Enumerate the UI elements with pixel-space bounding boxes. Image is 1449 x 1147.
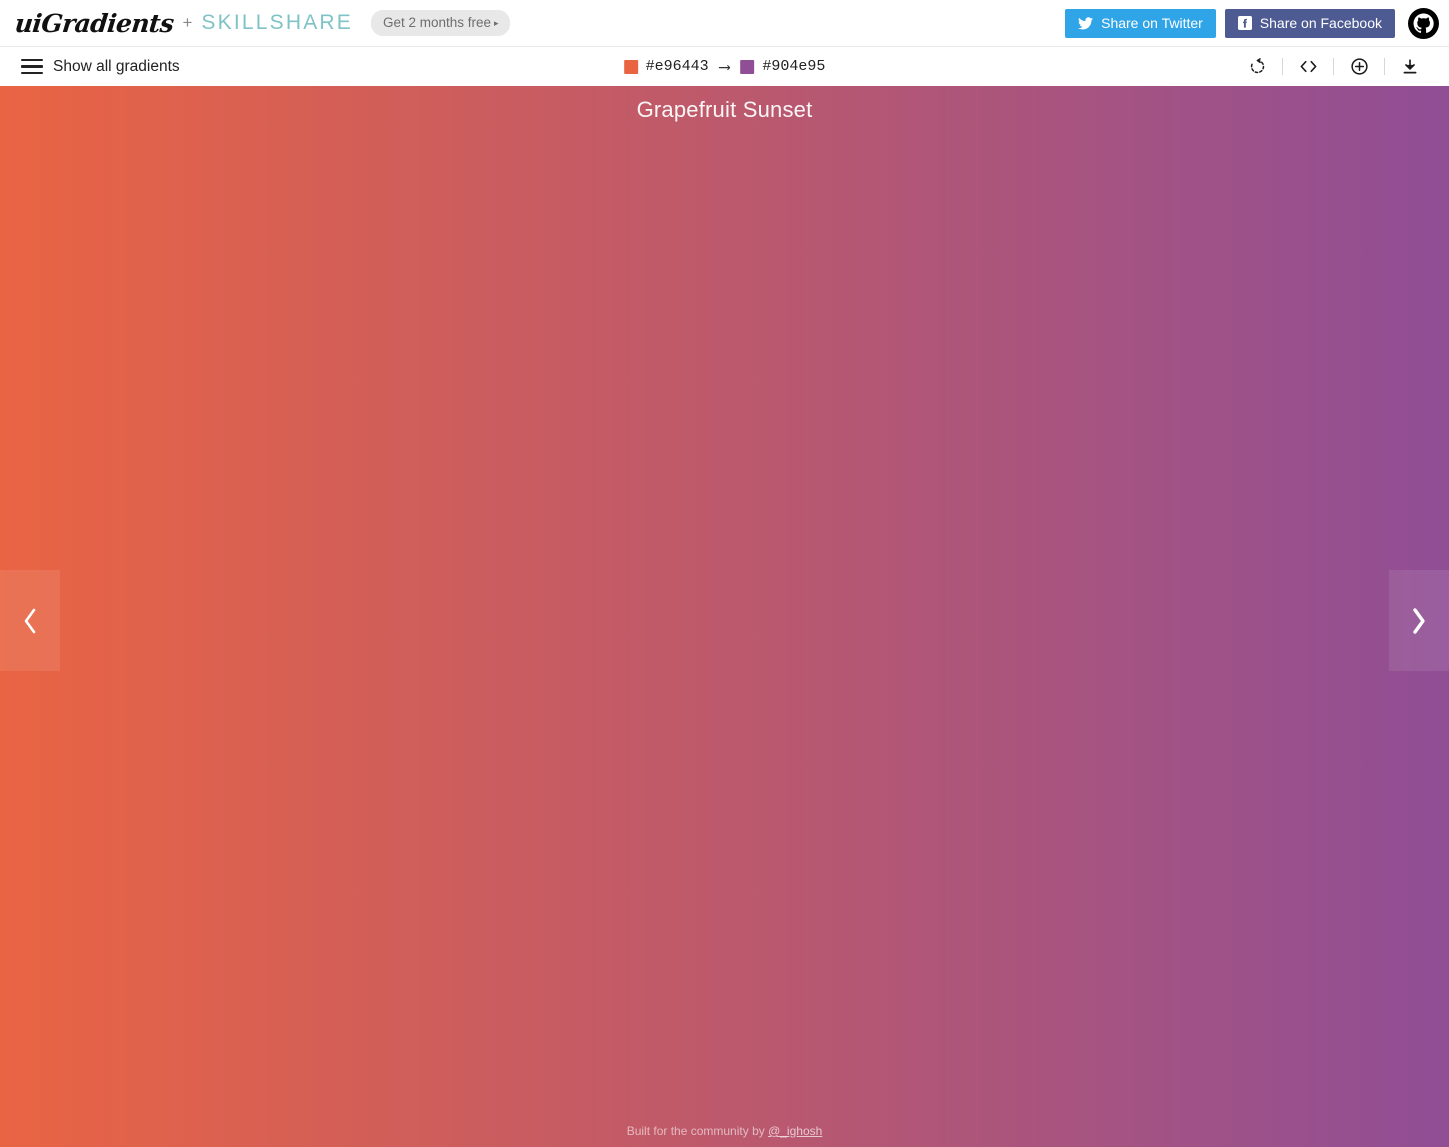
gradient-color-stops: #e96443 ⟶ #904e95 bbox=[623, 57, 825, 77]
gradient-preview: Grapefruit Sunset Built for the communit… bbox=[0, 86, 1449, 1147]
color-end-hex: #904e95 bbox=[762, 58, 826, 75]
share-facebook-label: Share on Facebook bbox=[1259, 15, 1382, 31]
hamburger-icon bbox=[21, 58, 43, 75]
color-stop-end[interactable]: #904e95 bbox=[740, 58, 825, 75]
color-stop-start[interactable]: #e96443 bbox=[623, 58, 709, 75]
plus-circle-icon[interactable] bbox=[1342, 52, 1376, 82]
download-icon[interactable] bbox=[1393, 52, 1427, 82]
facebook-icon bbox=[1237, 16, 1252, 30]
next-gradient-button[interactable] bbox=[1389, 570, 1449, 671]
uigradients-logo[interactable]: uiGradients bbox=[12, 9, 175, 38]
show-all-gradients-button[interactable]: Show all gradients bbox=[0, 58, 180, 76]
gradient-toolbar: Show all gradients #e96443 ⟶ #904e95 bbox=[0, 47, 1449, 86]
footer-credit-text: Built for the community by bbox=[626, 1124, 769, 1138]
header-actions: Share on Twitter Share on Facebook bbox=[1065, 7, 1439, 39]
arrow-right-icon: ⟶ bbox=[719, 58, 730, 77]
chevron-left-icon bbox=[20, 606, 40, 636]
caret-right-icon: ▸ bbox=[494, 18, 499, 28]
promo-label: Get 2 months free bbox=[382, 15, 492, 30]
toolbar-divider bbox=[1384, 58, 1385, 75]
share-facebook-button[interactable]: Share on Facebook bbox=[1224, 8, 1395, 38]
promo-button[interactable]: Get 2 months free ▸ bbox=[370, 10, 510, 36]
github-icon[interactable] bbox=[1408, 7, 1439, 39]
chevron-right-icon bbox=[1409, 606, 1429, 636]
share-twitter-button[interactable]: Share on Twitter bbox=[1065, 8, 1216, 38]
show-all-gradients-label: Show all gradients bbox=[53, 57, 180, 75]
previous-gradient-button[interactable] bbox=[0, 570, 60, 671]
share-twitter-label: Share on Twitter bbox=[1101, 15, 1203, 31]
gradient-name: Grapefruit Sunset bbox=[636, 97, 813, 122]
plus-separator: + bbox=[182, 13, 193, 32]
toolbar-divider bbox=[1282, 58, 1283, 75]
footer-credit: Built for the community by @_ighosh bbox=[0, 1124, 1449, 1138]
twitter-icon bbox=[1078, 16, 1094, 30]
top-header: uiGradients + SKILLSHARE Get 2 months fr… bbox=[0, 0, 1449, 47]
toolbar-divider bbox=[1333, 58, 1334, 75]
color-start-hex: #e96443 bbox=[645, 58, 709, 75]
author-link[interactable]: @_ighosh bbox=[768, 1124, 822, 1138]
brand-group: uiGradients + SKILLSHARE Get 2 months fr… bbox=[12, 9, 510, 38]
rotate-icon[interactable] bbox=[1240, 52, 1274, 82]
color-swatch-end bbox=[740, 59, 755, 74]
skillshare-logo[interactable]: SKILLSHARE bbox=[201, 11, 353, 35]
code-icon[interactable] bbox=[1291, 52, 1325, 82]
toolbar-icon-group bbox=[1240, 52, 1449, 82]
color-swatch-start bbox=[623, 59, 638, 74]
